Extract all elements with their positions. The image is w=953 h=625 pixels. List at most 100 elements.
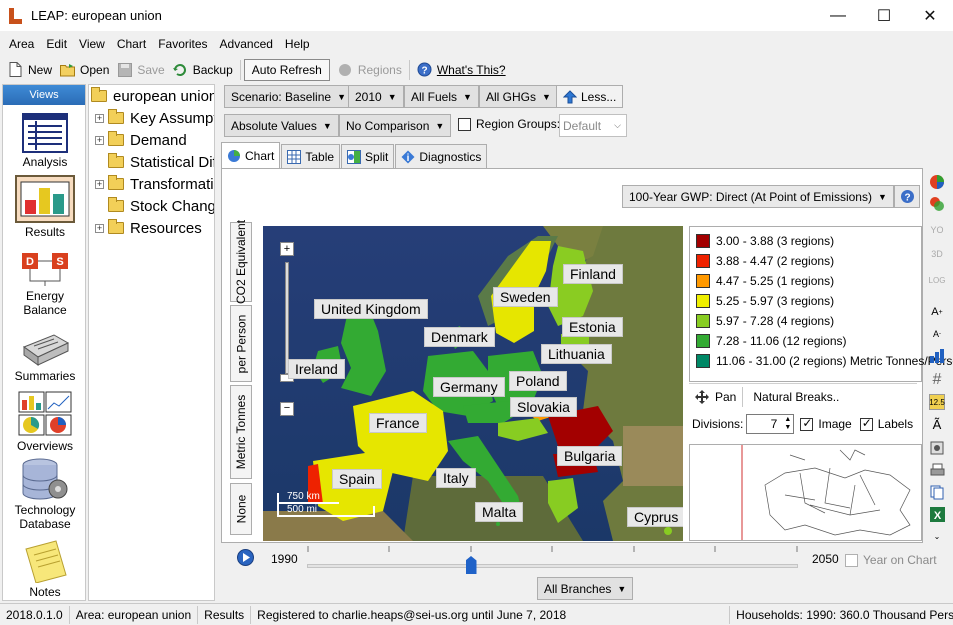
side-tab-none[interactable]: None: [230, 483, 252, 535]
view-summaries[interactable]: Summaries: [3, 333, 87, 383]
tab-split[interactable]: Split: [341, 144, 395, 168]
save-button[interactable]: Save: [113, 59, 168, 81]
excel-export-icon[interactable]: X: [929, 506, 945, 522]
legend-item: 3.00 - 3.88 (3 regions): [696, 233, 834, 249]
copy-icon[interactable]: [929, 484, 945, 500]
maximize-button[interactable]: ☐: [861, 0, 907, 31]
view-energy-balance[interactable]: DS Energy Balance: [3, 251, 87, 317]
font-increase-icon[interactable]: A +: [929, 304, 945, 320]
3d-toggle-icon[interactable]: 3D: [929, 246, 945, 262]
menu-chart[interactable]: Chart: [111, 37, 152, 51]
region-groups-select[interactable]: Default ⌵: [559, 114, 627, 137]
zoom-out-button[interactable]: −: [280, 402, 294, 416]
tree-item-key-assumptions[interactable]: + Key Assumptions: [95, 107, 214, 129]
europe-map[interactable]: + − 750 km 500 mi Finland Sweden United …: [263, 226, 683, 541]
tree-item-label: Resources: [130, 219, 202, 237]
year-select[interactable]: 2010 ▼: [348, 85, 404, 108]
tree-root[interactable]: european union: [91, 85, 214, 107]
zoom-slider-track[interactable]: [285, 262, 289, 374]
menu-area[interactable]: Area: [3, 37, 40, 51]
tree-item-stock-changes[interactable]: Stock Changes: [108, 195, 214, 217]
year-slider[interactable]: [307, 546, 798, 574]
chart-type-icon[interactable]: [929, 174, 945, 190]
folder-icon: [108, 109, 124, 124]
view-analysis[interactable]: Analysis: [3, 113, 87, 169]
view-overviews[interactable]: Overviews: [3, 391, 87, 453]
menu-view[interactable]: View: [73, 37, 111, 51]
side-tab-per-person[interactable]: per Person: [230, 305, 252, 382]
side-tab-metric-tonnes[interactable]: Metric Tonnes: [230, 385, 252, 479]
font-decrease-icon[interactable]: A-: [929, 326, 945, 342]
spinner-arrows-icon[interactable]: ▲ ▼: [784, 416, 791, 432]
log-scale-icon[interactable]: LOG: [929, 272, 946, 288]
scroll-down-icon[interactable]: ⌄: [929, 528, 945, 544]
tab-chart[interactable]: Chart: [221, 142, 281, 168]
dropdown-arrow-icon: ▼: [877, 191, 887, 202]
ghgs-select[interactable]: All GHGs ▼: [479, 85, 558, 108]
less-button[interactable]: Less...: [556, 85, 624, 108]
values-select[interactable]: Absolute Values ▼: [224, 114, 339, 137]
region-groups-label: Region Groups:: [476, 117, 561, 131]
text-annotation-icon[interactable]: Ã: [929, 416, 945, 432]
menu-favorites[interactable]: Favorites: [152, 37, 213, 51]
tree-item-statistical-differences[interactable]: Statistical Differences: [108, 151, 214, 173]
tab-table[interactable]: Table: [281, 144, 341, 168]
title-bar: LEAP: european union — ☐ ✕: [0, 0, 953, 31]
overview-minimap[interactable]: [689, 444, 922, 541]
expand-icon[interactable]: +: [95, 223, 104, 233]
area-tree: european union + Key Assumptions + Deman…: [88, 84, 215, 601]
menu-help[interactable]: Help: [279, 37, 316, 51]
expand-icon[interactable]: +: [95, 113, 104, 123]
menu-advanced[interactable]: Advanced: [214, 37, 279, 51]
pan-button[interactable]: Pan: [689, 385, 742, 409]
comparison-select[interactable]: No Comparison ▼: [339, 114, 452, 137]
divisions-spinner[interactable]: 7 ▲ ▼: [746, 414, 795, 434]
expand-icon[interactable]: +: [95, 135, 104, 145]
year-on-chart-checkbox[interactable]: [845, 553, 858, 567]
labels-checkbox[interactable]: [859, 416, 873, 431]
open-button[interactable]: Open: [56, 59, 113, 81]
view-notes[interactable]: Notes: [3, 539, 87, 599]
expand-icon[interactable]: +: [95, 179, 104, 189]
backup-button[interactable]: Backup: [169, 59, 237, 81]
image-checkbox[interactable]: [800, 416, 814, 431]
yo-toggle-icon[interactable]: YO: [929, 222, 945, 238]
view-technology-database[interactable]: Technology Database: [3, 457, 87, 531]
auto-refresh-toggle[interactable]: Auto Refresh: [243, 58, 330, 81]
map-settings-icon[interactable]: [929, 440, 945, 456]
zoom-in-button[interactable]: +: [280, 242, 294, 256]
scenario-select[interactable]: Scenario: Baseline ▼: [224, 85, 353, 108]
year-slider-thumb[interactable]: [465, 556, 477, 574]
region-groups-checkbox[interactable]: [458, 117, 471, 131]
gwp-select[interactable]: 100-Year GWP: Direct (At Point of Emissi…: [622, 185, 894, 208]
tree-item-transformation[interactable]: + Transformation: [95, 173, 214, 195]
view-overviews-label: Overviews: [16, 439, 73, 453]
year-slider-ticks: [307, 546, 798, 552]
labels-label: Labels: [877, 417, 914, 431]
tree-item-resources[interactable]: + Resources: [95, 217, 202, 239]
minimize-button[interactable]: —: [815, 0, 861, 31]
natural-breaks-button[interactable]: Natural Breaks..: [743, 390, 849, 404]
regions-button[interactable]: Regions: [334, 59, 406, 81]
grid-lines-icon[interactable]: #: [929, 371, 945, 388]
status-view: Results: [198, 605, 252, 624]
tree-item-demand[interactable]: + Demand: [95, 129, 187, 151]
gwp-help-button[interactable]: ?: [894, 185, 920, 208]
fuels-select[interactable]: All Fuels ▼: [404, 85, 479, 108]
tab-diagnostics[interactable]: i Diagnostics: [395, 144, 488, 168]
whats-this-button[interactable]: ? What's This?: [413, 59, 510, 81]
menu-edit[interactable]: Edit: [40, 37, 73, 51]
close-button[interactable]: ✕: [907, 0, 953, 31]
number-format-icon[interactable]: 12.5: [929, 394, 945, 410]
ghgs-value: All GHGs: [486, 89, 537, 104]
branches-select[interactable]: All Branches ▼: [537, 577, 634, 600]
print-icon[interactable]: [929, 462, 945, 478]
play-button[interactable]: [237, 549, 254, 566]
color-palette-icon[interactable]: [929, 196, 945, 212]
stacked-chart-icon[interactable]: [929, 348, 945, 364]
new-button[interactable]: New: [4, 59, 56, 81]
save-disk-icon: [117, 62, 132, 77]
view-results[interactable]: Results: [3, 175, 87, 239]
side-tab-co2-equivalent[interactable]: CO2 Equivalent: [230, 220, 252, 304]
dropdown-arrow-icon: ▼: [337, 91, 346, 102]
